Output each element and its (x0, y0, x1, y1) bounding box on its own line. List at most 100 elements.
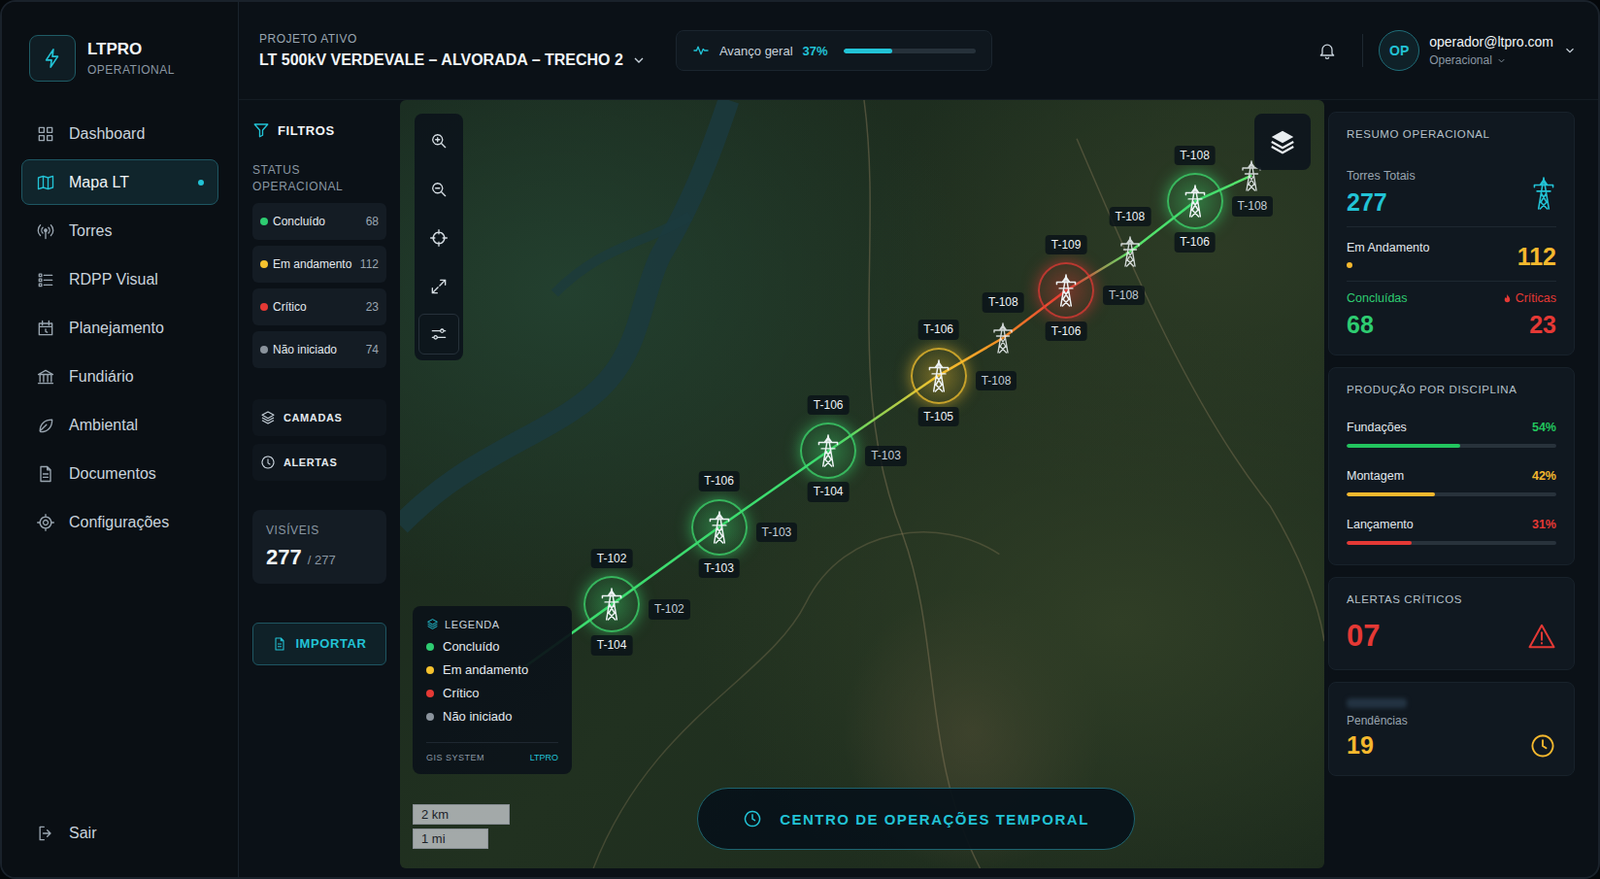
tower-label: T-106 (917, 319, 960, 339)
project-selector[interactable]: PROJETO ATIVO LT 500kV VERDEVALE – ALVOR… (259, 32, 647, 69)
discipline-row: Fundações 54% (1346, 420, 1557, 448)
import-button[interactable]: IMPORTAR (252, 622, 387, 666)
legend-dot (426, 642, 434, 651)
chevron-down-icon (1496, 55, 1507, 67)
discipline-bar (1346, 443, 1557, 448)
visible-total: / 277 (307, 552, 336, 567)
progress-label: Avanço geral (719, 43, 794, 59)
status-filter[interactable]: Crítico 23 (252, 288, 387, 326)
tower-label: T-108 (1232, 196, 1274, 216)
zoom-out-button[interactable] (419, 167, 459, 211)
sidebar-item[interactable]: Mapa LT (21, 159, 219, 205)
logo-title: LTPRO (87, 39, 175, 60)
map-scale: 2 km1 mi (412, 803, 510, 849)
progress-bar (843, 48, 976, 54)
logout-button[interactable]: Sair (21, 809, 219, 856)
map-view[interactable]: T-102 T-104 T-102 T-106 T-103 T-103 T-10… (400, 100, 1325, 868)
zoom-in-icon (429, 131, 449, 151)
card-title: PRODUÇÃO POR DISCIPLINA (1346, 383, 1557, 396)
progress-fill (843, 48, 893, 54)
map-toolbar (414, 113, 464, 361)
sidebar-item-label: Mapa LT (68, 173, 130, 192)
status-ring (691, 499, 748, 556)
layers-button[interactable]: CAMADAS (252, 399, 387, 436)
discipline-row: Montagem 42% (1346, 468, 1557, 497)
sidebar-item[interactable]: Dashboard (21, 110, 219, 157)
pending-card[interactable]: Pendências 19 (1328, 681, 1575, 776)
sidebar-nav: Dashboard Mapa LT Torres RDPP Visual Pla… (21, 110, 219, 810)
sidebar-item[interactable]: Planejamento (21, 304, 219, 351)
tower-icon (815, 433, 841, 467)
sidebar-item-label: Configurações (68, 513, 169, 532)
tower-label: T-103 (865, 445, 907, 466)
content: FILTROS STATUS OPERACIONAL Concluído 68 … (238, 100, 1599, 877)
tower-icon (1531, 176, 1557, 210)
user-menu[interactable]: OP operador@ltpro.com Operacional (1378, 30, 1577, 71)
sidebar-item[interactable]: Torres (21, 207, 219, 254)
project-title: LT 500kV VERDEVALE – ALVORADA – TRECHO 2 (259, 51, 647, 69)
sidebar-item[interactable]: RDPP Visual (21, 256, 219, 302)
tower-label: T-106 (1045, 321, 1088, 341)
stat-label: Torres Totais (1346, 168, 1416, 183)
status-filter[interactable]: Em andamento 112 (252, 245, 387, 283)
discipline-reading: 54% (1532, 420, 1557, 434)
alerts-card[interactable]: ALERTAS CRÍTICOS 07 (1328, 576, 1575, 670)
visible-value: 277 (266, 544, 302, 570)
map-icon (35, 172, 56, 193)
pending-value: 19 (1346, 731, 1374, 760)
filters-panel: FILTROS STATUS OPERACIONAL Concluído 68 … (238, 100, 400, 868)
alerts-button[interactable]: ALERTAS (252, 443, 387, 481)
zoom-in-button[interactable] (419, 119, 459, 163)
fullscreen-button[interactable] (419, 265, 459, 308)
progress-reading: 37% (802, 43, 829, 59)
status-filter[interactable]: Concluído 68 (252, 202, 387, 240)
sidebar-item[interactable]: Fundiário (21, 353, 219, 400)
pending-label: Pendências (1346, 713, 1557, 728)
active-dot (198, 179, 204, 186)
stat-label: Em Andamento (1346, 240, 1430, 255)
sidebar-item[interactable]: Documentos (21, 450, 219, 497)
sidebar-item-label: Ambiental (68, 416, 138, 434)
logout-icon (35, 823, 56, 843)
legend-brand: LTPRO (530, 752, 559, 763)
logo[interactable]: LTPRO OPERATIONAL (29, 34, 219, 82)
timeline-button[interactable]: CENTRO DE OPERAÇÕES TEMPORAL (697, 787, 1135, 850)
scale-bar: 2 km (412, 803, 510, 825)
app-window: LTPRO OPERATIONAL Dashboard Mapa LT Torr… (0, 0, 1600, 879)
discipline-fill (1346, 540, 1412, 545)
legend-dot (426, 666, 434, 674)
discipline-row: Lançamento 31% (1346, 517, 1557, 545)
status-dot (260, 302, 268, 311)
tower-label: T-108 (1173, 145, 1216, 166)
leaf-icon (35, 415, 56, 435)
sidebar-item[interactable]: Ambiental (21, 401, 219, 448)
map-layers-button[interactable] (1254, 113, 1311, 170)
discipline-label: Fundações (1346, 420, 1407, 434)
notifications-button[interactable] (1307, 31, 1347, 70)
discipline-reading: 42% (1532, 468, 1557, 483)
status-label: Em andamento (272, 257, 352, 271)
discipline-label: Montagem (1346, 468, 1404, 483)
tower-icon (706, 510, 733, 544)
tower-label: T-108 (1108, 206, 1151, 227)
tower-icon (1182, 184, 1208, 218)
status-ring (1166, 172, 1224, 230)
tower-label: T-106 (807, 395, 850, 415)
status-filter[interactable]: Não iniciado 74 (252, 331, 387, 368)
discipline-fill (1346, 443, 1461, 448)
tower-label: T-103 (756, 522, 799, 542)
visible-label: VISÍVEIS (266, 523, 373, 537)
funnel-icon (252, 121, 270, 139)
sidebar-item[interactable]: Configurações (21, 499, 219, 545)
overall-progress: Avanço geral 37% (675, 30, 993, 71)
tower-label: T-108 (1102, 285, 1145, 305)
settings-button[interactable] (418, 313, 460, 355)
project-label: PROJETO ATIVO (259, 32, 647, 46)
locate-button[interactable] (419, 216, 459, 260)
status-ring (800, 422, 857, 479)
crosshair-icon (429, 228, 449, 248)
legend-item: Crítico (426, 685, 559, 700)
status-ring (910, 347, 967, 404)
stat-value: 112 (1517, 242, 1557, 271)
status-dot (260, 260, 268, 268)
